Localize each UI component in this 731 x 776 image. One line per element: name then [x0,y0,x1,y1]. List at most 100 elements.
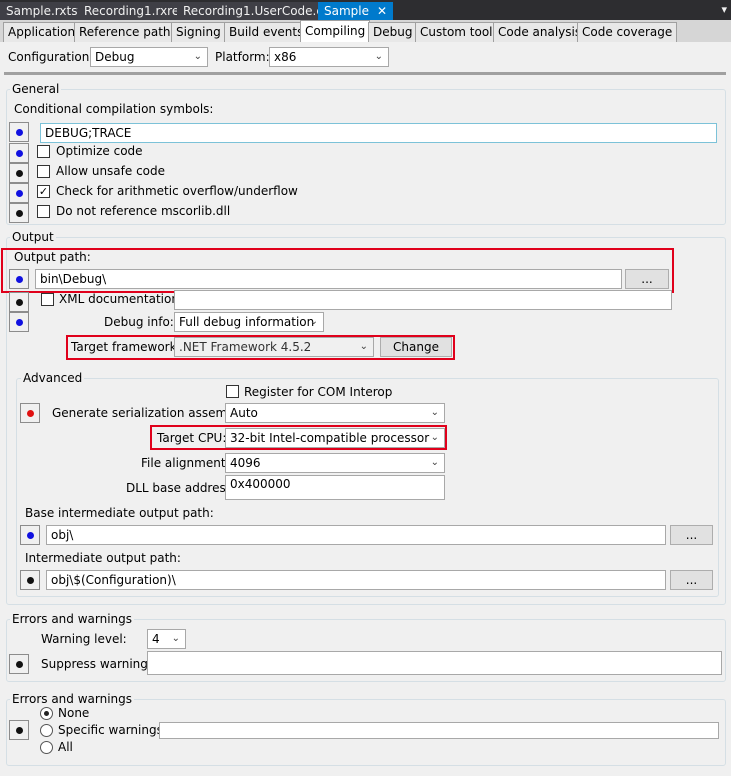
base-intermediate-reset-button[interactable] [20,525,40,545]
doc-tab-label: Recording1.UserCode.cs [183,4,330,18]
errors-warnings-title-2: Errors and warnings [10,692,135,706]
serialization-value: Auto [230,406,258,420]
warning-level-select[interactable]: 4 ⌄ [147,629,186,649]
doc-tab-sample-rxtst[interactable]: Sample.rxtst [0,2,90,20]
highlight-target-framework [66,335,455,360]
debuginfo-select[interactable]: Full debug information ⌄ [174,312,324,332]
warning-level-value: 4 [152,632,160,646]
dll-base-input[interactable]: 0x400000 [225,475,445,500]
optimize-checkbox[interactable] [37,145,50,158]
unsafe-checkbox[interactable] [37,165,50,178]
base-intermediate-input[interactable]: obj\ [46,525,666,545]
dot-icon [27,410,34,417]
chevron-down-icon[interactable]: ▾ [721,3,727,16]
doc-tab-recording1-rxrec[interactable]: Recording1.rxrec [78,2,193,20]
suppress-label: Suppress warnings: [41,657,159,671]
mscorlib-reset-button[interactable] [9,203,29,223]
doc-tab-label: Sample [324,4,369,18]
serialization-label: Generate serialization assembly: [52,406,249,420]
tab-reference-paths[interactable]: Reference paths [74,22,182,42]
xmldoc-checkbox[interactable] [41,293,54,306]
alignment-select[interactable]: 4096 ⌄ [225,453,445,473]
debuginfo-reset-button[interactable] [9,312,29,332]
intermediate-label: Intermediate output path: [25,551,181,565]
tab-build-events[interactable]: Build events [224,22,309,42]
serialization-select[interactable]: Auto ⌄ [225,403,445,423]
tab-signing[interactable]: Signing [171,22,226,42]
tab-debug[interactable]: Debug [368,22,418,42]
tab-custom-tool[interactable]: Custom tool [415,22,498,42]
advanced-title: Advanced [21,371,85,385]
symbols-reset-button[interactable] [9,122,29,142]
symbols-value: DEBUG;TRACE [45,126,132,140]
intermediate-browse-button[interactable]: ... [670,570,713,590]
platform-value: x86 [274,50,297,64]
suppress-input[interactable] [147,651,722,675]
base-intermediate-browse-button[interactable]: ... [670,525,713,545]
highlight-target-cpu [150,425,447,450]
unsafe-label: Allow unsafe code [56,164,166,178]
dot-icon [16,129,23,136]
suppress-reset-button[interactable] [9,654,29,674]
close-icon[interactable]: ✕ [377,4,387,18]
dot-icon [16,319,23,326]
com-interop-checkbox[interactable] [226,385,239,398]
intermediate-value: obj\$(Configuration)\ [51,573,176,587]
base-intermediate-label: Base intermediate output path: [25,506,214,520]
debuginfo-label: Debug info: [104,315,174,329]
radio-none[interactable] [40,707,53,720]
treat-warnings-reset-button[interactable] [9,720,29,740]
symbols-label: Conditional compilation symbols: [14,102,214,116]
tab-compiling[interactable]: Compiling [300,20,371,42]
platform-label: Platform: [215,50,270,64]
chevron-down-icon: ⌄ [374,51,383,62]
radio-all[interactable] [40,741,53,754]
intermediate-input[interactable]: obj\$(Configuration)\ [46,570,666,590]
configuration-label: Configuration: [8,50,94,64]
xmldoc-reset-button[interactable] [9,292,29,312]
unsafe-reset-button[interactable] [9,163,29,183]
radio-none-label: None [58,706,90,720]
specific-warnings-input[interactable] [159,722,719,739]
doc-tab-recording1-usercode[interactable]: Recording1.UserCode.cs [177,2,337,20]
optimize-reset-button[interactable] [9,143,29,163]
chevron-down-icon: ⌄ [430,457,439,468]
optimize-label: Optimize code [56,144,143,158]
serialization-reset-button[interactable] [20,403,40,423]
dll-base-label: DLL base address: [126,481,237,495]
highlight-output-path [1,248,674,293]
doc-tab-label: Recording1.rxrec [84,4,186,18]
chevron-down-icon: ⌄ [193,51,202,62]
xmldoc-input[interactable] [174,290,672,310]
errors-warnings-title: Errors and warnings [10,612,135,626]
dot-icon [16,190,23,197]
overflow-reset-button[interactable] [9,183,29,203]
dot-icon [16,727,23,734]
debuginfo-value: Full debug information [179,315,315,329]
warning-level-label: Warning level: [41,632,127,646]
radio-specific-label: Specific warnings: [58,723,167,737]
overflow-label: Check for arithmetic overflow/underflow [56,184,298,198]
radio-specific[interactable] [40,724,53,737]
symbols-input[interactable]: DEBUG;TRACE [40,123,717,143]
com-interop-label: Register for COM Interop [244,385,393,399]
tab-code-analysis[interactable]: Code analysis [493,22,587,42]
document-tab-strip: Sample.rxtst Recording1.rxrec Recording1… [0,0,731,20]
mscorlib-checkbox[interactable] [37,205,50,218]
chevron-down-icon: ⌄ [430,407,439,418]
mscorlib-label: Do not reference mscorlib.dll [56,204,231,218]
xmldoc-label: XML documentation: [59,292,184,306]
property-tab-strip: Application Reference paths Signing Buil… [0,20,731,42]
dot-icon [16,299,23,306]
tab-code-coverage[interactable]: Code coverage [577,22,678,42]
tab-application[interactable]: Application [3,22,81,42]
doc-tab-sample[interactable]: Sample ✕ [318,2,395,20]
dot-icon [27,532,34,539]
platform-select[interactable]: x86 ⌄ [269,47,389,67]
dot-icon [27,577,34,584]
configuration-select[interactable]: Debug ⌄ [90,47,208,67]
intermediate-reset-button[interactable] [20,570,40,590]
overflow-checkbox[interactable]: ✓ [37,185,50,198]
configuration-value: Debug [95,50,135,64]
dot-icon [16,210,23,217]
